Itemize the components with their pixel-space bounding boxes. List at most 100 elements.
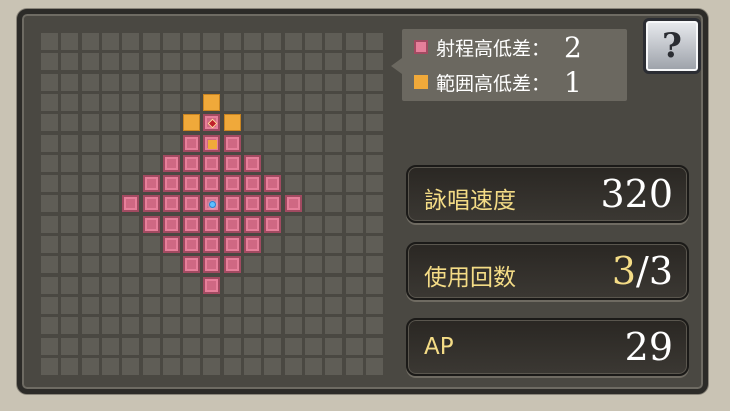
grid-tile	[142, 296, 160, 314]
grid-tile	[101, 256, 119, 274]
grid-tile	[122, 154, 140, 172]
grid-tile	[284, 256, 302, 274]
grid-tile	[81, 215, 99, 233]
grid-tile	[41, 73, 58, 91]
grid-tile	[81, 195, 99, 213]
grid-tile	[162, 73, 180, 91]
grid-tile	[345, 93, 363, 111]
grid-tile	[325, 296, 343, 314]
grid-tile	[183, 296, 201, 314]
grid-tile	[41, 317, 58, 335]
grid-tile	[264, 53, 282, 71]
grid-tile	[142, 93, 160, 111]
grid-tile	[61, 73, 79, 91]
grid-tile	[142, 276, 160, 294]
range-tile	[223, 215, 241, 233]
grid-tile	[244, 276, 261, 294]
grid-tile	[101, 337, 119, 355]
range-tile	[223, 236, 241, 253]
grid-tile	[61, 175, 79, 193]
grid-tile	[101, 73, 119, 91]
grid-tile	[41, 53, 58, 71]
grid-tile	[365, 73, 383, 91]
grid-tile	[101, 154, 119, 172]
grid-tile	[284, 175, 302, 193]
grid-tile	[101, 53, 119, 71]
grid-tile	[244, 337, 261, 355]
range-tile	[183, 256, 201, 274]
grid-tile	[41, 236, 58, 253]
grid-tile	[61, 317, 79, 335]
range-tile	[183, 175, 201, 193]
range-tile	[264, 215, 282, 233]
range-tile	[244, 195, 261, 213]
grid-tile	[162, 276, 180, 294]
range-tile	[183, 215, 201, 233]
grid-tile	[81, 317, 99, 335]
grid-tile	[304, 73, 322, 91]
grid-tile	[365, 154, 383, 172]
grid-tile	[183, 93, 201, 111]
grid-tile	[122, 215, 140, 233]
grid-tile	[61, 256, 79, 274]
grid-tile	[345, 114, 363, 132]
grid-tile	[264, 256, 282, 274]
grid-tile	[101, 93, 119, 111]
grid-tile	[284, 296, 302, 314]
grid-tile	[122, 337, 140, 355]
grid-tile	[345, 175, 363, 193]
grid-tile	[325, 236, 343, 253]
grid-tile	[244, 114, 261, 132]
grid-tile	[162, 256, 180, 274]
grid-tile	[203, 53, 221, 71]
grid-tile	[142, 256, 160, 274]
range-height-value: 2	[564, 30, 582, 64]
grid-tile	[183, 276, 201, 294]
grid-tile	[122, 175, 140, 193]
grid-tile	[264, 276, 282, 294]
grid-tile	[61, 195, 79, 213]
grid-tile	[345, 134, 363, 152]
grid-tile	[304, 134, 322, 152]
grid-tile	[81, 53, 99, 71]
range-tile	[162, 154, 180, 172]
grid-tile	[81, 114, 99, 132]
grid-tile	[264, 296, 282, 314]
grid-tile	[203, 33, 221, 50]
range-tile	[142, 215, 160, 233]
grid-tile	[142, 73, 160, 91]
grid-tile	[183, 53, 201, 71]
grid-tile	[162, 296, 180, 314]
grid-tile	[142, 33, 160, 50]
grid-tile	[345, 296, 363, 314]
grid-tile	[162, 357, 180, 375]
help-book-button[interactable]: ?	[643, 18, 701, 74]
grid-tile	[81, 337, 99, 355]
grid-tile	[264, 73, 282, 91]
grid-tile	[365, 134, 383, 152]
range-tile	[244, 236, 261, 253]
area-height-row: 範囲高低差： 1	[414, 66, 582, 99]
grid-tile	[101, 215, 119, 233]
cast-speed-value: 320	[600, 172, 673, 216]
grid-tile	[345, 33, 363, 50]
area-height-label: 範囲高低差：	[436, 72, 551, 95]
grid-tile	[122, 53, 140, 71]
grid-tile	[345, 317, 363, 335]
range-tile	[203, 175, 221, 193]
grid-tile	[304, 93, 322, 111]
grid-tile	[325, 134, 343, 152]
grid-tile	[244, 93, 261, 111]
range-tile	[203, 236, 221, 253]
grid-tile	[122, 357, 140, 375]
grid-tile	[365, 53, 383, 71]
grid-tile	[284, 337, 302, 355]
grid-tile	[61, 93, 79, 111]
grid-tile	[61, 236, 79, 253]
grid-tile	[142, 114, 160, 132]
grid-tile	[122, 73, 140, 91]
grid-tile	[284, 114, 302, 132]
grid-tile	[162, 53, 180, 71]
grid-tile	[304, 256, 322, 274]
grid-tile	[41, 195, 58, 213]
